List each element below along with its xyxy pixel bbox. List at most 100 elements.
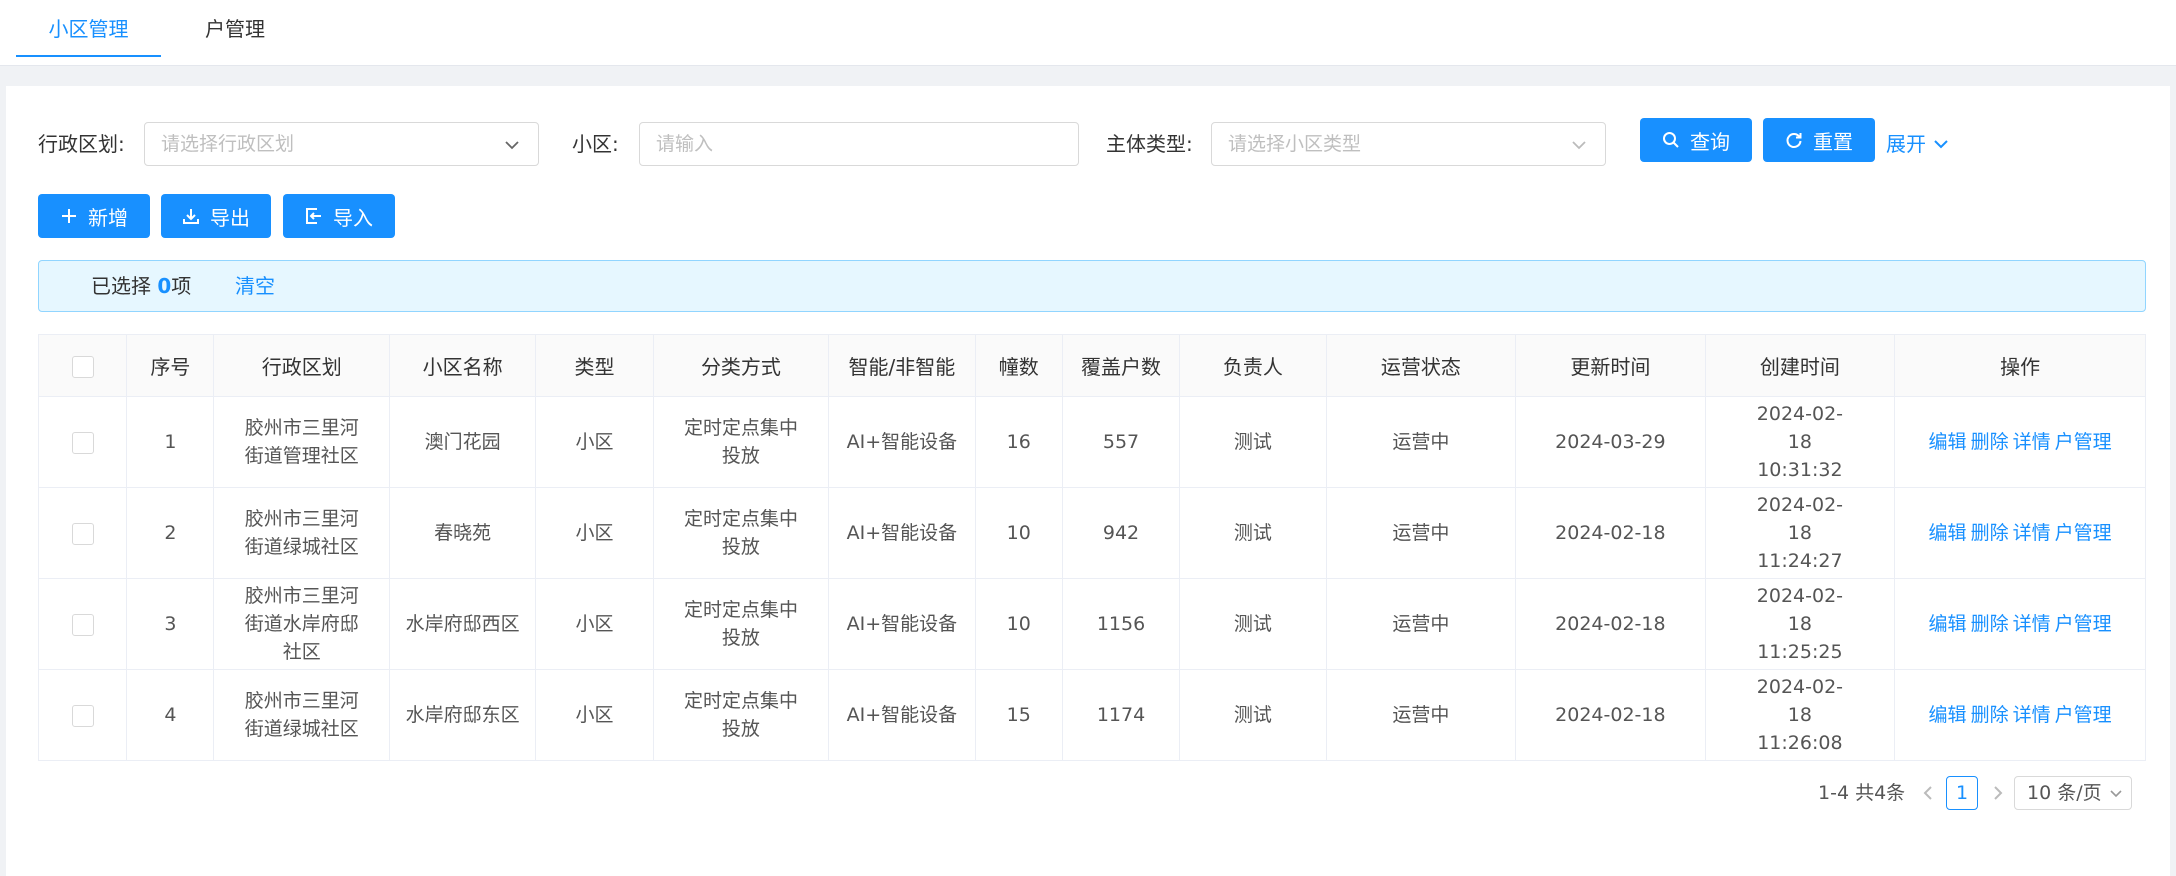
cell-status: 运营中 [1325, 487, 1517, 579]
delete-link[interactable]: 删除 [1971, 431, 2009, 453]
row-checkbox[interactable] [71, 613, 94, 636]
household-link[interactable]: 户管理 [2055, 522, 2112, 544]
cell-name-text: 春晓苑 [434, 522, 492, 544]
cell-type-text: 小区 [575, 704, 614, 726]
row-checkbox[interactable] [71, 431, 94, 454]
edit-link[interactable]: 编辑 [1929, 704, 1967, 726]
row-checkbox[interactable] [71, 522, 94, 545]
household-link[interactable]: 户管理 [2055, 613, 2112, 635]
cell-actions: 编辑 删除 详情 户管理 [1894, 487, 2146, 579]
pagination-total: 1-4 共4条 [1818, 782, 1906, 804]
row-select-cell[interactable] [37, 396, 128, 488]
cell-households: 942 [1061, 487, 1181, 579]
household-link[interactable]: 户管理 [2055, 431, 2112, 453]
detail-link[interactable]: 详情 [2013, 704, 2051, 726]
reset-button[interactable]: 重置 [1763, 118, 1875, 162]
cell-buildings: 16 [974, 396, 1063, 488]
selection-suffix: 项 [171, 274, 192, 298]
cell-buildings: 10 [974, 578, 1063, 670]
row-select-cell[interactable] [37, 578, 128, 670]
page-size-select[interactable]: 10 条/页 [2014, 776, 2132, 810]
cell-smart-text: AI+智能设备 [846, 613, 958, 635]
cell-updated-text: 2024-02-18 [1555, 613, 1666, 635]
cell-name-text: 澳门花园 [424, 431, 501, 453]
district-select[interactable]: 请选择行政区划 [144, 122, 539, 166]
add-button[interactable]: 新增 [38, 194, 150, 238]
cell-owner: 测试 [1179, 487, 1327, 579]
cell-created: 2024-02-18 11:24:27 [1704, 487, 1896, 579]
cell-no: 3 [126, 578, 215, 670]
clear-selection-link[interactable]: 清空 [235, 261, 275, 311]
row-select-cell[interactable] [37, 669, 128, 761]
cell-buildings-text: 10 [1006, 522, 1031, 544]
header-actions: 操作 [1894, 334, 2146, 397]
edit-link[interactable]: 编辑 [1929, 522, 1967, 544]
tab-community-management[interactable]: 小区管理 [16, 0, 161, 66]
cell-smart-text: AI+智能设备 [846, 704, 958, 726]
expand-link[interactable]: 展开 [1886, 122, 1950, 166]
import-button[interactable]: 导入 [283, 194, 395, 238]
detail-link[interactable]: 详情 [2013, 522, 2051, 544]
detail-link[interactable]: 详情 [2013, 613, 2051, 635]
household-link[interactable]: 户管理 [2055, 704, 2112, 726]
pagination: 1-4 共4条 1 10 条/页 [6, 776, 2170, 810]
type-label: 主体类型: [1106, 132, 1193, 156]
cell-owner-text: 测试 [1233, 431, 1272, 453]
tab-household-management[interactable]: 户管理 [175, 0, 295, 66]
chevron-down-icon [1572, 141, 1586, 150]
cell-created: 2024-02-18 11:25:25 [1704, 578, 1896, 670]
edit-link[interactable]: 编辑 [1929, 613, 1967, 635]
cell-created-text: 2024-02-18 11:25:25 [1756, 585, 1844, 663]
table-row: 2 胶州市三里河街道绿城社区 春晓苑 小区 定时定点集中投放 AI+智能设备 10 942 测试… [37, 487, 2146, 579]
cell-smart-text: AI+智能设备 [846, 431, 958, 453]
edit-link[interactable]: 编辑 [1929, 431, 1967, 453]
header-select-all[interactable] [37, 334, 128, 397]
delete-link[interactable]: 删除 [1971, 613, 2009, 635]
chevron-right-icon[interactable] [1986, 781, 2010, 805]
delete-link[interactable]: 删除 [1971, 704, 2009, 726]
delete-link[interactable]: 删除 [1971, 522, 2009, 544]
chevron-left-icon[interactable] [1916, 781, 1940, 805]
chevron-down-icon [1934, 140, 1948, 149]
header-created: 创建时间 [1704, 334, 1896, 397]
page-size-label: 10 条/页 [2027, 782, 2102, 804]
cell-no: 2 [126, 487, 215, 579]
cell-method: 定时定点集中投放 [652, 578, 830, 670]
cell-status: 运营中 [1325, 396, 1517, 488]
page-number-current[interactable]: 1 [1946, 776, 1978, 810]
cell-households-text: 557 [1102, 431, 1140, 453]
table-header-row: 序号 行政区划 小区名称 类型 分类方式 智能/非智能 幢数 覆盖户数 负责人 … [37, 334, 2146, 397]
detail-link[interactable]: 详情 [2013, 431, 2051, 453]
reload-icon [1786, 133, 1802, 148]
header-method: 分类方式 [652, 334, 830, 397]
table-row: 1 胶州市三里河街道管理社区 澳门花园 小区 定时定点集中投放 AI+智能设备 16 557 测… [37, 396, 2146, 488]
cell-method: 定时定点集中投放 [652, 669, 830, 761]
cell-type-text: 小区 [575, 613, 614, 635]
cell-name: 春晓苑 [388, 487, 537, 579]
export-button[interactable]: 导出 [161, 194, 271, 238]
plus-icon [62, 209, 76, 223]
export-button-label: 导出 [210, 207, 250, 230]
cell-name: 水岸府邸东区 [388, 669, 537, 761]
cell-actions: 编辑 删除 详情 户管理 [1894, 669, 2146, 761]
selection-info: 已选择 0项 [91, 261, 191, 311]
community-input[interactable]: 请输入 [639, 122, 1079, 166]
cell-owner: 测试 [1179, 396, 1327, 488]
row-checkbox[interactable] [71, 704, 94, 727]
community-placeholder: 请输入 [656, 133, 714, 155]
header-name: 小区名称 [388, 334, 537, 397]
cell-owner: 测试 [1179, 578, 1327, 670]
cell-status-text: 运营中 [1392, 522, 1450, 544]
select-all-checkbox[interactable] [71, 355, 94, 378]
cell-type: 小区 [535, 396, 654, 488]
header-owner: 负责人 [1179, 334, 1327, 397]
cell-method-text: 定时定点集中投放 [683, 599, 798, 649]
cell-updated: 2024-02-18 [1515, 578, 1706, 670]
cell-type: 小区 [535, 487, 654, 579]
district-label: 行政区划: [38, 132, 125, 156]
selection-alert: 已选择 0项 清空 [38, 260, 2146, 312]
row-select-cell[interactable] [37, 487, 128, 579]
query-button[interactable]: 查询 [1640, 118, 1752, 162]
type-select[interactable]: 请选择小区类型 [1211, 122, 1606, 166]
cell-created-text: 2024-02-18 11:26:08 [1756, 676, 1844, 754]
